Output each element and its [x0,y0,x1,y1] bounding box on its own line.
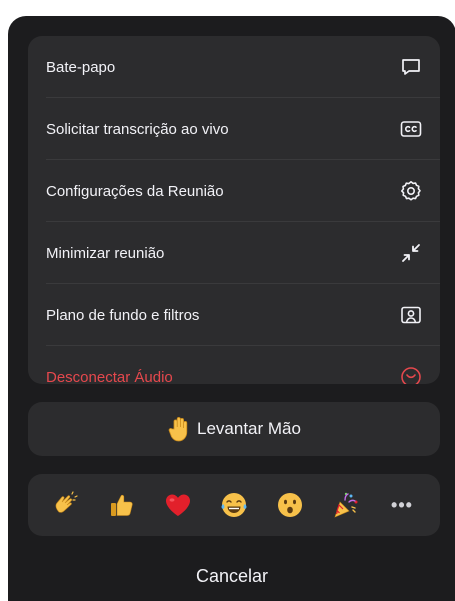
gear-icon [398,178,424,204]
chat-bubble-icon [398,54,424,80]
raise-hand-button[interactable]: Levantar Mão [28,402,440,456]
menu-item-live-transcription[interactable]: Solicitar transcrição ao vivo [28,98,440,160]
menu-item-label: Minimizar reunião [46,244,165,262]
menu-item-label: Solicitar transcrição ao vivo [46,120,229,138]
bottom-sheet: Bate-papo Solicitar transcrição ao vivo … [8,16,455,601]
menu-item-meeting-settings[interactable]: Configurações da Reunião [28,160,440,222]
closed-caption-icon [398,116,424,142]
surprised-face-icon[interactable] [272,487,308,523]
raise-hand-label: Levantar Mão [197,419,301,438]
disconnect-audio-icon [398,364,424,384]
tears-of-joy-icon[interactable] [216,487,252,523]
menu-item-label: Desconectar Áudio [46,368,173,385]
raised-hand-icon [167,415,193,443]
menu-item-label: Configurações da Reunião [46,182,224,200]
party-popper-icon[interactable] [328,487,364,523]
more-reactions-button[interactable]: ••• [384,487,420,523]
cancel-button[interactable]: Cancelar [8,554,455,598]
menu-item-label: Bate-papo [46,58,116,76]
menu-item-chat[interactable]: Bate-papo [28,36,440,98]
minimize-arrows-icon [398,240,424,266]
menu-item-disconnect-audio[interactable]: Desconectar Áudio [28,346,440,384]
menu-card: Bate-papo Solicitar transcrição ao vivo … [28,36,440,384]
menu-item-label: Plano de fundo e filtros [46,306,200,324]
cancel-label: Cancelar [195,565,269,586]
reactions-bar: ••• [28,474,440,536]
menu-item-background-filters[interactable]: Plano de fundo e filtros [28,284,440,346]
red-heart-icon[interactable] [160,487,196,523]
background-filter-icon [398,302,424,328]
thumbs-up-icon[interactable] [104,487,140,523]
clapping-hands-icon[interactable] [48,487,84,523]
menu-item-minimize-meeting[interactable]: Minimizar reunião [28,222,440,284]
